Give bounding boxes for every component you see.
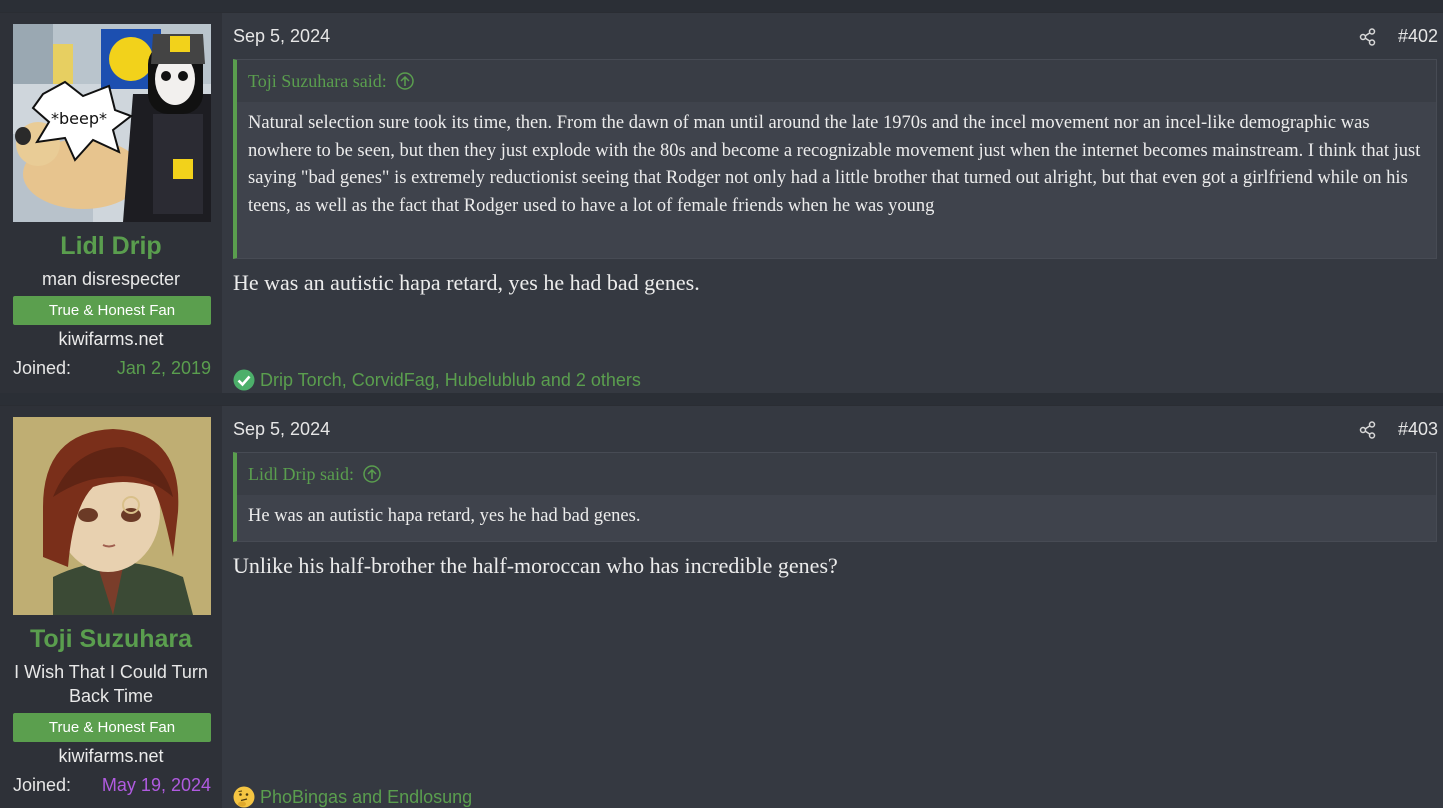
quote-text: He was an autistic hapa retard, yes he h… (248, 506, 641, 526)
joined-label: Joined: (13, 358, 72, 378)
joined-label: Joined: (13, 775, 72, 795)
avatar-image (13, 417, 211, 615)
joined-date: May 19, 2024 (101, 775, 211, 795)
post-402: *beep* Lidl Drip man disrespecter True &… (0, 12, 1443, 393)
quote-header[interactable]: Lidl Drip said: (237, 453, 1436, 495)
svg-text:*beep*: *beep* (51, 109, 107, 128)
arrow-up-circle-icon[interactable] (395, 71, 415, 91)
quote-author[interactable]: Toji Suzuhara said: (248, 60, 387, 102)
quote-header[interactable]: Toji Suzuhara said: (237, 60, 1436, 102)
user-banner: True & Honest Fan (13, 713, 211, 742)
user-title: man disrespecter (41, 269, 181, 289)
post-date[interactable]: Sep 5, 2024 (233, 419, 330, 440)
username[interactable]: Lidl Drip (0, 232, 222, 261)
post-403: Toji Suzuhara I Wish That I Could Turn B… (0, 405, 1443, 808)
post-number[interactable]: #402 (1398, 26, 1438, 47)
reactions-bar[interactable]: PhoBingas and Endlosung (233, 786, 472, 808)
user-site: kiwifarms.net (58, 329, 164, 349)
username[interactable]: Toji Suzuhara (0, 625, 222, 654)
avatar[interactable] (13, 417, 211, 615)
share-icon[interactable] (1359, 421, 1379, 441)
thinking-face-icon (233, 786, 255, 808)
user-sidebar: *beep* Lidl Drip man disrespecter True &… (0, 13, 222, 393)
joined-date: Jan 2, 2019 (116, 358, 211, 378)
avatar[interactable]: *beep* (13, 24, 211, 222)
arrow-up-circle-icon[interactable] (362, 464, 382, 484)
reactions-list[interactable]: PhoBingas and Endlosung (260, 787, 472, 808)
user-title: I Wish That I Could Turn Back Time (14, 662, 208, 706)
message-body: Unlike his half-brother the half-morocca… (233, 553, 838, 578)
quote-text: Natural selection sure took its time, th… (248, 113, 1421, 216)
reactions-list[interactable]: Drip Torch, CorvidFag, Hubelublub and 2 … (260, 370, 641, 391)
message-body: He was an autistic hapa retard, yes he h… (233, 270, 700, 295)
share-icon[interactable] (1359, 28, 1379, 48)
quote-author[interactable]: Lidl Drip said: (248, 453, 354, 495)
reactions-bar[interactable]: Drip Torch, CorvidFag, Hubelublub and 2 … (233, 369, 641, 391)
user-site: kiwifarms.net (58, 746, 164, 766)
quote-block: Lidl Drip said: He was an autistic hapa … (233, 452, 1437, 542)
user-banner: True & Honest Fan (13, 296, 211, 325)
check-icon (233, 369, 255, 391)
post-date[interactable]: Sep 5, 2024 (233, 26, 330, 47)
quote-block: Toji Suzuhara said: Natural selection su… (233, 59, 1437, 259)
avatar-image: *beep* (13, 24, 211, 222)
user-sidebar: Toji Suzuhara I Wish That I Could Turn B… (0, 406, 222, 808)
post-number[interactable]: #403 (1398, 419, 1438, 440)
